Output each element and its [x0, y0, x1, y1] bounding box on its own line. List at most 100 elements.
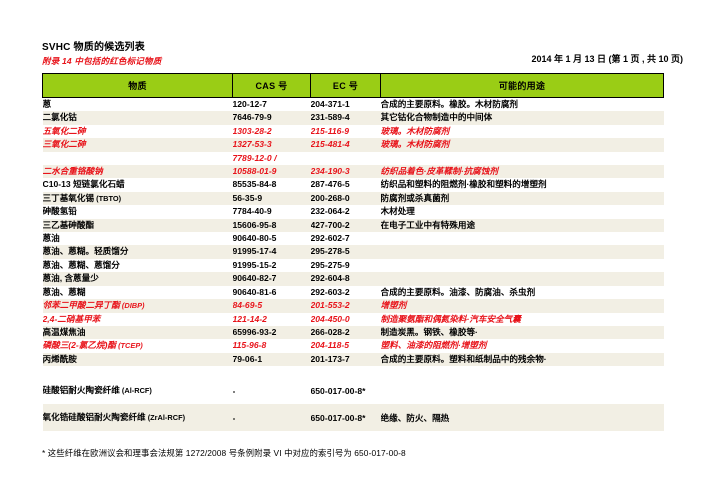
cell-ec: 650-017-00-8*	[310, 404, 381, 432]
cell-substance: 五氧化二砷	[42, 125, 86, 136]
cell-use: 合成的主要原料。橡胶。木材防腐剂	[380, 99, 519, 109]
table-header-row: 物质 CAS 号 EC 号 可能的用途	[42, 73, 664, 98]
cell-ec: 200-268-0	[310, 191, 381, 206]
cell-cas: 90640-80-5	[232, 233, 277, 244]
cell-cas: 56-35-9	[232, 191, 311, 206]
cell-substance: 丙烯酰胺	[42, 352, 233, 367]
table-row: 蒽油、蒽糊。轻质馏分 91995-17-4 295-278-5	[42, 245, 664, 259]
cell-use	[381, 377, 664, 404]
cell-substance: 蒽油、蒽糊、蒽馏分	[42, 259, 120, 270]
table-row: 蒽油、蒽糊、蒽馏分 91995-15-2 295-275-9	[43, 259, 664, 272]
cell-use	[381, 152, 664, 165]
table-row: 氧化锆硅酸铝耐火陶瓷纤维 (ZrAl-RCF) -650-017-00-8* 绝缘、…	[42, 404, 664, 432]
cell-ec: 427-700-2	[310, 218, 381, 233]
table-row: 二氯化钴 7646-79-9 231-589-4 其它钴化合物制造中的中间体	[42, 111, 664, 125]
cell-use	[381, 259, 664, 272]
cell-use	[380, 272, 664, 286]
cell-cas: 85535-84-8	[232, 179, 277, 190]
column-header-ec: EC 号	[310, 73, 381, 98]
cell-cas: 84-69-5	[232, 299, 311, 313]
cell-substance: 蒽油	[42, 233, 60, 244]
cell-substance: 蒽油、蒽糊	[42, 286, 86, 297]
cell-ec: 287-476-5	[310, 179, 350, 190]
table-body: 蒽 120-12-7 204-371-1 合成的主要原料。橡胶。木材防腐剂二氯化钴 76…	[42, 98, 664, 432]
cell-substance: 三丁基氧化锡 (TBTO)	[42, 191, 233, 206]
table-row: 蒽 120-12-7 204-371-1 合成的主要原料。橡胶。木材防腐剂	[43, 98, 664, 112]
cell-substance: 蒽油、蒽糊。轻质馏分	[42, 245, 233, 259]
column-header-use: 可能的用途	[380, 73, 664, 98]
cell-use: 增塑剂	[380, 299, 664, 313]
cell-ec: 201-553-2	[310, 299, 381, 313]
cell-use: 合成的主要原料。塑料和纸制品中的残余物·	[380, 352, 664, 367]
cell-cas: 120-12-7	[232, 99, 267, 109]
cell-cas: 65996-93-2	[232, 325, 311, 340]
cell-cas: 7789-12-0 /	[232, 152, 277, 163]
table-row: 三氧化二砷 1327-53-3 215-481-4 玻璃。木材防腐剂	[42, 138, 664, 152]
cell-use	[381, 232, 664, 245]
cell-use: 纺织品着色·皮革鞣制·抗腐蚀剂	[380, 165, 664, 179]
cell-substance: 二氯化钴	[42, 111, 233, 125]
cell-cas: 15606-95-8	[232, 218, 311, 233]
cell-cas: 90640-82-7	[232, 272, 311, 286]
cell-cas: -	[232, 404, 311, 432]
cell-substance: 邻苯二甲酸二异丁酯 (DIBP)	[42, 299, 233, 313]
svhc-table: 物质 CAS 号 EC 号 可能的用途 蒽 120-12-7 204-371-1 合成…	[42, 73, 664, 432]
cell-use	[380, 245, 664, 259]
cell-use: 制造炭黑。钢铁、橡胶等·	[380, 325, 664, 340]
cell-cas: 10588-01-9	[232, 165, 311, 179]
cell-use: 在电子工业中有特殊用途	[380, 218, 664, 233]
spacer-cell	[311, 366, 381, 377]
cell-substance: 二水合重铬酸钠	[42, 165, 233, 179]
cell-cas: 1327-53-3	[232, 138, 311, 152]
table-row: 三丁基氧化锡 (TBTO) 56-35-9 200-268-0 防腐剂或杀真菌剂	[42, 191, 664, 206]
cell-ec: 215-116-9	[310, 125, 350, 136]
cell-ec	[311, 152, 381, 165]
cell-substance: 蒽	[42, 99, 52, 109]
cell-ec: 292-604-8	[310, 272, 381, 286]
table-row: 砷酸氢铅 7784-40-9 232-064-2 木材处理	[43, 205, 664, 218]
table-row: 蒽油、蒽糊 90640-81-6 292-603-2 合成的主要原料。油漆、防腐油、杀…	[43, 286, 664, 299]
table-row: 三乙基砷酸酯 15606-95-8 427-700-2 在电子工业中有特殊用途	[42, 218, 664, 233]
cell-substance: 磷酸三(2-氯乙烷)酯 (TCEP)	[42, 340, 143, 351]
table-row: 2,4-二硝基甲苯 121-14-2 204-450-0 制造聚氨酯和偶氮染料·汽车安…	[43, 313, 664, 326]
cell-ec: 650-017-00-8*	[310, 385, 366, 396]
spacer-cell	[233, 366, 311, 377]
cell-ec: 231-589-4	[310, 111, 381, 125]
cell-use: 其它钴化合物制造中的中间体	[380, 111, 664, 125]
cell-ec: 215-481-4	[310, 138, 381, 152]
cell-use: 塑料、油漆的阻燃剂·增塑剂	[380, 340, 487, 351]
cell-cas: 91995-15-2	[232, 259, 277, 270]
cell-use: 木材处理	[380, 206, 415, 217]
cell-substance: 三乙基砷酸酯	[42, 218, 233, 233]
substance-abbreviation: (Al-RCF)	[119, 386, 152, 396]
cell-cas: 79-06-1	[232, 352, 311, 367]
cell-ec: 204-371-1	[310, 99, 350, 109]
substance-abbreviation: (ZrAl-RCF)	[145, 413, 186, 423]
table-row: 丙烯酰胺 79-06-1 201-173-7 合成的主要原料。塑料和纸制品中的残余物·	[42, 352, 664, 367]
cell-cas: 115-96-8	[232, 340, 267, 351]
footnote: * 这些纤维在欧洲议会和理事会法规第 1272/2008 号条例附录 VI 中对…	[42, 448, 406, 459]
cell-substance	[43, 152, 233, 165]
cell-substance: 三氧化二砷	[42, 138, 233, 152]
cell-cas: 7784-40-9	[232, 206, 272, 217]
cell-substance: 高温煤焦油	[42, 325, 233, 340]
cell-substance: 砷酸氢铅	[42, 206, 77, 217]
substance-abbreviation: (DIBP)	[119, 301, 145, 311]
subtitle-prefix: 附录 14 中包括的	[42, 56, 110, 66]
cell-ec: 201-173-7	[310, 352, 381, 367]
document-header: SVHC 物质的候选列表 附录 14 中包括的红色标记物质 2014 年 1 月…	[42, 42, 683, 70]
cell-substance: 硅酸铝耐火陶瓷纤维 (Al-RCF)	[42, 385, 152, 396]
cell-cas: 7646-79-9	[232, 111, 311, 125]
cell-ec: 204-118-5	[310, 340, 350, 351]
subtitle-red-part: 红色标记物质	[109, 56, 162, 66]
document-page: SVHC 物质的候选列表 附录 14 中包括的红色标记物质 2014 年 1 月…	[0, 0, 713, 504]
column-header-cas: CAS 号	[232, 73, 311, 98]
cell-substance: 2,4-二硝基甲苯	[42, 313, 101, 324]
cell-cas: 91995-17-4	[232, 245, 311, 259]
cell-cas: 121-14-2	[232, 313, 267, 324]
cell-use: 绝缘、防火、隔热	[380, 404, 664, 432]
cell-use: 防腐剂或杀真菌剂	[380, 191, 664, 206]
cell-ec: 295-278-5	[310, 245, 381, 259]
cell-cas: -	[232, 385, 236, 396]
cell-use: 纺织品和塑料的阻燃剂·橡胶和塑料的增塑剂	[380, 179, 547, 190]
